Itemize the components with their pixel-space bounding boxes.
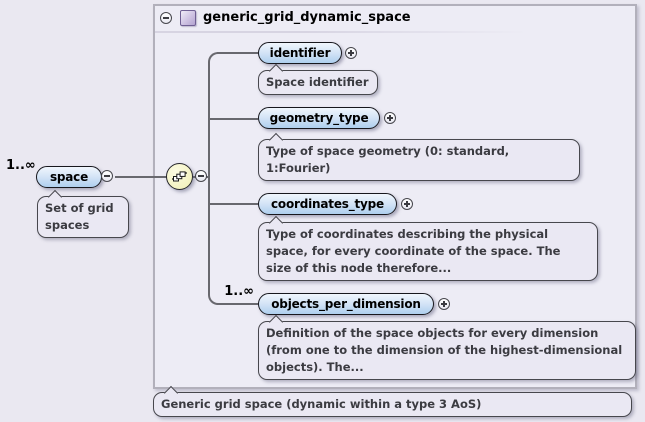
objects-per-dimension-cardinality: 1..∞ [218, 284, 254, 299]
connector-line [209, 118, 258, 120]
collapse-sequence-icon[interactable] [195, 170, 207, 182]
connector-trunk [208, 62, 210, 295]
expand-geometry-type-icon[interactable] [384, 112, 396, 124]
element-space-label: space [50, 170, 88, 184]
sequence-icon [171, 168, 188, 185]
element-coordinates-type-label: coordinates_type [271, 197, 384, 211]
annotation-coordinates-type: Type of coordinates describing the physi… [258, 222, 598, 281]
expand-coordinates-type-icon[interactable] [401, 198, 413, 210]
header-separator [155, 31, 527, 33]
complex-type-square-icon [180, 10, 196, 26]
expand-identifier-icon[interactable] [345, 47, 357, 59]
annotation-space: Set of grid spaces [37, 196, 129, 238]
annotation-objects-per-dimension: Definition of the space objects for ever… [258, 321, 636, 380]
element-objects-per-dimension-label: objects_per_dimension [271, 297, 420, 311]
element-space[interactable]: space [36, 166, 102, 188]
element-identifier-label: identifier [270, 46, 331, 60]
annotation-geometry-type: Type of space geometry (0: standard, 1:F… [258, 139, 580, 181]
element-identifier[interactable]: identifier [258, 42, 342, 64]
collapse-container-icon[interactable] [160, 12, 172, 24]
collapse-space-icon[interactable] [101, 170, 113, 182]
element-coordinates-type[interactable]: coordinates_type [258, 193, 397, 215]
element-geometry-type[interactable]: geometry_type [258, 107, 380, 129]
connector-line [115, 176, 167, 178]
connector-line [217, 52, 258, 54]
complex-type-title: generic_grid_dynamic_space [203, 10, 411, 25]
element-geometry-type-label: geometry_type [270, 111, 369, 125]
sequence-compositor[interactable] [166, 163, 193, 190]
expand-objects-per-dimension-icon[interactable] [438, 298, 450, 310]
schema-diagram: generic_grid_dynamic_space 1..∞ space Se… [0, 0, 645, 422]
root-cardinality: 1..∞ [6, 158, 36, 173]
annotation-container: Generic grid space (dynamic within a typ… [153, 392, 632, 417]
connector-line [217, 303, 258, 305]
annotation-identifier: Space identifier [258, 70, 378, 95]
connector-line [209, 203, 258, 205]
element-objects-per-dimension[interactable]: objects_per_dimension [258, 293, 434, 315]
